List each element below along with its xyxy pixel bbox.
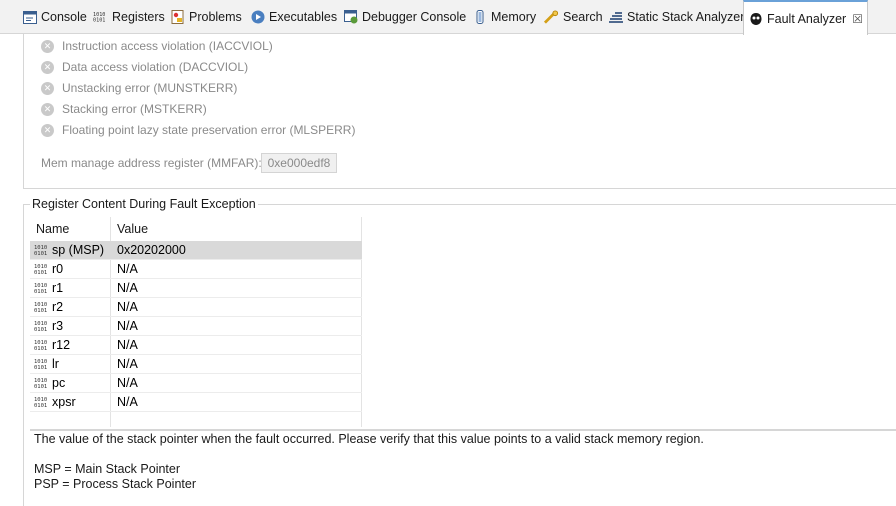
error-label: Floating point lazy state preservation e…	[62, 123, 356, 137]
register-name: xpsr	[52, 395, 76, 409]
register-value: N/A	[117, 376, 138, 390]
tab-label: Static Stack Analyzer	[627, 10, 745, 24]
tab-label: Problems	[189, 10, 242, 24]
register-icon: 10100101	[34, 397, 47, 408]
register-icon: 10100101	[34, 283, 47, 294]
error-item-iaccviol: ✕ Instruction access violation (IACCVIOL…	[41, 37, 273, 55]
legend-psp: PSP = Process Stack Pointer	[34, 477, 196, 491]
register-icon: 10100101	[34, 245, 47, 256]
svg-text:0101: 0101	[34, 327, 47, 332]
tab-executables[interactable]: Executables	[250, 0, 337, 34]
register-table[interactable]: Name Value 1010 0101 sp (MSP) 0x20202000 …	[30, 217, 896, 431]
register-name: sp (MSP)	[52, 243, 105, 257]
svg-text:0101: 0101	[34, 346, 47, 351]
mmfar-label: Mem manage address register (MMFAR):	[41, 156, 262, 170]
register-icon: 10100101	[34, 302, 47, 313]
legend-msp: MSP = Main Stack Pointer	[34, 462, 181, 476]
table-row[interactable]: 1010 0101 r1 N/A	[30, 279, 362, 298]
tab-registers[interactable]: 1010 0101 Registers	[93, 0, 165, 34]
table-row[interactable]: 1010 0101 xpsr N/A	[30, 393, 362, 412]
register-icon: 10100101	[34, 340, 47, 351]
register-name: r1	[52, 281, 64, 295]
close-icon[interactable]: ☒	[852, 12, 863, 26]
table-row[interactable]: 1010 0101 r12 N/A	[30, 336, 362, 355]
svg-text:0101: 0101	[34, 384, 47, 389]
error-label: Stacking error (MSTKERR)	[62, 102, 207, 116]
register-name: r0	[52, 262, 64, 276]
register-name: r12	[52, 338, 71, 352]
tab-search[interactable]: Search	[544, 0, 603, 34]
tab-label: Memory	[491, 10, 537, 24]
search-icon	[544, 10, 559, 25]
register-value: N/A	[117, 395, 138, 409]
column-header-name[interactable]: Name	[36, 222, 69, 236]
tab-debugger-console[interactable]: Debugger Console	[343, 0, 466, 34]
error-item-mlsperr: ✕ Floating point lazy state preservation…	[41, 121, 355, 139]
error-inactive-icon: ✕	[41, 81, 54, 95]
fault-analyzer-icon	[748, 11, 763, 26]
register-icon: 10100101	[34, 359, 47, 370]
table-row[interactable]: 1010 0101 pc N/A	[30, 374, 362, 393]
error-inactive-icon: ✕	[41, 123, 54, 137]
tab-static-stack-analyzer[interactable]: Static Stack Analyzer	[608, 0, 744, 34]
error-label: Instruction access violation (IACCVIOL)	[62, 39, 273, 53]
error-inactive-icon: ✕	[41, 102, 54, 116]
tab-label: Console	[41, 10, 87, 24]
register-value: N/A	[117, 262, 138, 276]
problems-icon	[170, 10, 185, 25]
register-value: N/A	[117, 281, 138, 295]
tab-memory[interactable]: Memory	[472, 0, 536, 34]
error-item-daccviol: ✕ Data access violation (DACCVIOL)	[41, 58, 248, 76]
tab-problems[interactable]: Problems	[170, 0, 242, 34]
stack-analyzer-icon	[608, 10, 623, 25]
register-icon: 10100101	[34, 378, 47, 389]
svg-text:0101: 0101	[93, 18, 105, 23]
table-row[interactable]: 1010 0101 r3 N/A	[30, 317, 362, 336]
tab-label: Fault Analyzer	[767, 11, 847, 26]
registers-icon: 1010 0101	[93, 10, 108, 25]
register-name: r2	[52, 300, 64, 314]
register-value: N/A	[117, 357, 138, 371]
tab-label: Debugger Console	[362, 10, 467, 24]
memory-icon	[472, 10, 487, 25]
svg-text:0101: 0101	[34, 308, 47, 313]
register-group-title: Register Content During Fault Exception	[30, 197, 258, 211]
table-row[interactable]: 1010 0101 lr N/A	[30, 355, 362, 374]
svg-text:0101: 0101	[34, 403, 47, 408]
mmfar-value-field[interactable]: 0xe000edf8	[261, 153, 337, 173]
error-inactive-icon: ✕	[41, 60, 54, 74]
tab-label: Executables	[269, 10, 338, 24]
register-value: N/A	[117, 319, 138, 333]
table-row[interactable]: 1010 0101 r2 N/A	[30, 298, 362, 317]
console-icon	[22, 10, 37, 25]
register-value: 0x20202000	[117, 243, 186, 257]
view-tab-bar: Console 1010 0101 Registers Problems Exec…	[0, 0, 896, 35]
tab-label: Search	[563, 10, 603, 24]
error-label: Data access violation (DACCVIOL)	[62, 60, 249, 74]
error-label: Unstacking error (MUNSTKERR)	[62, 81, 238, 95]
error-item-munstkerr: ✕ Unstacking error (MUNSTKERR)	[41, 79, 237, 97]
table-row[interactable]: 1010 0101 r0 N/A	[30, 260, 362, 279]
register-name: r3	[52, 319, 64, 333]
register-name: lr	[52, 357, 59, 371]
svg-text:0101: 0101	[34, 365, 47, 370]
register-icon: 10100101	[34, 264, 47, 275]
table-row[interactable]: 1010 0101 sp (MSP) 0x20202000	[30, 241, 362, 260]
register-icon: 10100101	[34, 321, 47, 332]
svg-text:0101: 0101	[34, 251, 47, 256]
svg-text:0101: 0101	[34, 289, 47, 294]
tab-label: Registers	[112, 10, 165, 24]
tab-fault-analyzer[interactable]: Fault Analyzer ☒	[743, 0, 868, 35]
register-value: N/A	[117, 300, 138, 314]
svg-text:0101: 0101	[34, 270, 47, 275]
tab-console[interactable]: Console	[22, 0, 87, 34]
debugger-console-icon	[343, 10, 358, 25]
error-inactive-icon: ✕	[41, 39, 54, 53]
register-value: N/A	[117, 338, 138, 352]
register-name: pc	[52, 376, 66, 390]
column-header-value[interactable]: Value	[117, 222, 148, 236]
error-item-mstkerr: ✕ Stacking error (MSTKERR)	[41, 100, 207, 118]
executables-icon	[250, 10, 265, 25]
register-description: The value of the stack pointer when the …	[34, 432, 704, 446]
